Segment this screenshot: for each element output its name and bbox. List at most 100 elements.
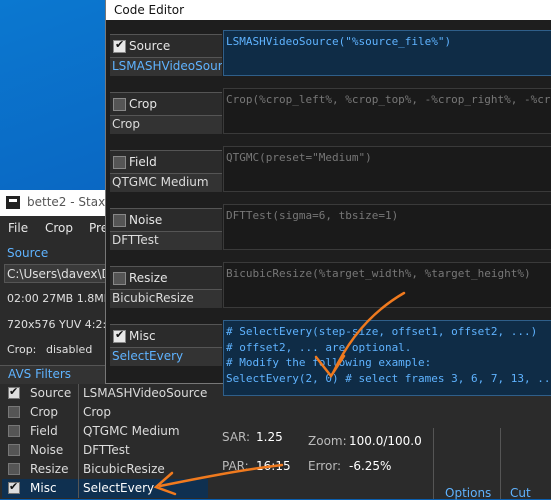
filter-value: QTGMC Medium: [83, 424, 180, 438]
staxrip-titlebar[interactable]: bette2 - StaxRip: [0, 190, 124, 216]
source-enable-checkbox[interactable]: [113, 38, 126, 53]
source-path-field[interactable]: C:\Users\davex\De: [4, 264, 118, 283]
filter-value: Crop: [83, 405, 112, 419]
code-textbox[interactable]: BicubicResize(%target_width%, %target_he…: [223, 262, 551, 308]
avs-filters-header: AVS Filters: [0, 365, 106, 384]
filter-name-field[interactable]: DFTTest: [110, 231, 222, 250]
error-label: Error:: [308, 459, 342, 473]
menu-bar: File Crop Pre: [0, 216, 108, 240]
filter-noise-checkbox[interactable]: [8, 444, 20, 456]
code-textbox[interactable]: DFTTest(sigma=6, tbsize=1): [223, 204, 551, 250]
noise-enable-checkbox[interactable]: [113, 214, 126, 227]
filter-name-text: QTGMC Medium: [112, 175, 209, 189]
filter-crop-checkbox[interactable]: [8, 406, 20, 418]
code-editor-body: Source LSMASHVideoSource LSMASHVideoSour…: [106, 20, 551, 396]
filter-row-noise[interactable]: Noise DFTTest: [2, 441, 217, 460]
code-editor-titlebar[interactable]: Code Editor: [106, 0, 551, 20]
filter-row-source[interactable]: Source LSMASHVideoSource: [2, 384, 217, 403]
filter-name-text: BicubicResize: [112, 291, 194, 305]
column-divider: [78, 479, 79, 498]
code-text: BicubicResize(%target_width%, %target_he…: [226, 267, 531, 280]
column-divider: [78, 422, 79, 441]
code-text: Crop(%crop_left%, %crop_top%, -%crop_rig…: [226, 93, 551, 106]
filter-name-text: SelectEvery: [112, 349, 184, 363]
field-enable-checkbox[interactable]: [113, 156, 126, 169]
source-info-line2: 720x576 YUV 4:2:0: [7, 318, 114, 331]
code-text: DFTTest(sigma=6, tbsize=1): [226, 209, 399, 222]
filter-category: Crop: [129, 97, 158, 111]
filter-value: LSMASHVideoSource: [83, 386, 208, 400]
filter-source-checkbox[interactable]: [8, 385, 20, 399]
filter-label-box: Noise DFTTest: [110, 208, 222, 250]
filter-name: Source: [30, 386, 72, 400]
source-info-line1: 02:00 27MB 1.8MI: [7, 292, 107, 305]
crop-enable-checkbox[interactable]: [113, 98, 126, 111]
menu-crop[interactable]: Crop: [45, 221, 73, 235]
code-textbox[interactable]: # SelectEvery(step-size, offset1, offset…: [223, 320, 551, 396]
filter-label-box: Field QTGMC Medium: [110, 150, 222, 192]
panel-divider: [500, 428, 501, 499]
column-divider: [78, 384, 79, 403]
zoom-label: Zoom:: [308, 434, 347, 448]
editor-row-resize: Resize BicubicResize BicubicResize(%targ…: [106, 252, 551, 310]
filter-name-field[interactable]: BicubicResize: [110, 289, 222, 308]
source-path-text: C:\Users\davex\De: [7, 267, 119, 281]
resize-info-panel: SAR: 1.25 Zoom: 100.0/100.0 PAR: 16:15 E…: [208, 428, 551, 500]
filter-name: Field: [30, 424, 58, 438]
source-section-label: Source: [7, 246, 49, 260]
editor-row-source: Source LSMASHVideoSource LSMASHVideoSour…: [106, 20, 551, 78]
filter-name-text: Crop: [112, 117, 141, 131]
filter-category: Noise: [129, 213, 163, 227]
avs-filters-label: AVS Filters: [8, 367, 72, 381]
panel-divider: [433, 428, 434, 499]
error-value: -6.25%: [349, 459, 392, 473]
filter-name-text: LSMASHVideoSource: [112, 59, 222, 73]
clapperboard-icon: [6, 196, 20, 209]
zoom-value: 100.0/100.0: [349, 434, 422, 448]
par-value: 16:15: [256, 459, 291, 473]
column-divider: [78, 441, 79, 460]
code-editor-window: Code Editor Source LSMASHVideoSource LSM…: [105, 0, 551, 396]
code-textbox[interactable]: Crop(%crop_left%, %crop_top%, -%crop_rig…: [223, 88, 551, 134]
filter-name-field[interactable]: LSMASHVideoSource: [110, 57, 222, 76]
code-textbox[interactable]: QTGMC(preset="Medium"): [223, 146, 551, 192]
filter-row-field[interactable]: Field QTGMC Medium: [2, 422, 217, 441]
misc-enable-checkbox[interactable]: [113, 328, 126, 343]
filter-label-box: Resize BicubicResize: [110, 266, 222, 308]
par-label: PAR:: [222, 459, 249, 473]
filter-label-box: Source LSMASHVideoSource: [110, 34, 222, 76]
filter-label-box: Misc SelectEvery: [110, 324, 222, 366]
cut-link[interactable]: Cut: [510, 486, 531, 500]
filter-misc-checkbox[interactable]: [8, 480, 20, 494]
filter-name-field[interactable]: SelectEvery: [110, 347, 222, 366]
sar-label: SAR:: [222, 430, 251, 444]
filter-name-field[interactable]: QTGMC Medium: [110, 173, 222, 192]
filter-name: Crop: [30, 405, 59, 419]
filter-resize-checkbox[interactable]: [8, 463, 20, 475]
filter-category: Resize: [129, 271, 168, 285]
column-divider: [78, 460, 79, 479]
filter-row-resize[interactable]: Resize BicubicResize: [2, 460, 217, 479]
sar-value: 1.25: [256, 430, 283, 444]
crop-info-key: Crop:: [7, 343, 37, 356]
code-text: LSMASHVideoSource("%source_file%"): [226, 35, 452, 48]
code-text: QTGMC(preset="Medium"): [226, 151, 372, 164]
filter-row-misc[interactable]: Misc SelectEvery: [2, 479, 217, 498]
filter-name-field[interactable]: Crop: [110, 115, 222, 134]
code-text: # SelectEvery(step-size, offset1, offset…: [226, 325, 551, 385]
code-editor-title: Code Editor: [114, 3, 185, 17]
menu-file[interactable]: File: [8, 221, 28, 235]
resize-enable-checkbox[interactable]: [113, 272, 126, 285]
filter-label-box: Crop Crop: [110, 92, 222, 134]
filter-category: Source: [129, 39, 171, 53]
editor-row-field: Field QTGMC Medium QTGMC(preset="Medium"…: [106, 136, 551, 194]
filter-value: BicubicResize: [83, 462, 165, 476]
filter-field-checkbox[interactable]: [8, 425, 20, 437]
editor-row-noise: Noise DFTTest DFTTest(sigma=6, tbsize=1): [106, 194, 551, 252]
filter-value: DFTTest: [83, 443, 130, 457]
code-textbox[interactable]: LSMASHVideoSource("%source_file%"): [223, 30, 551, 76]
options-link[interactable]: Options: [445, 486, 491, 500]
filter-value: SelectEvery: [83, 481, 155, 495]
filter-category: Field: [129, 155, 157, 169]
filter-row-crop[interactable]: Crop Crop: [2, 403, 217, 422]
